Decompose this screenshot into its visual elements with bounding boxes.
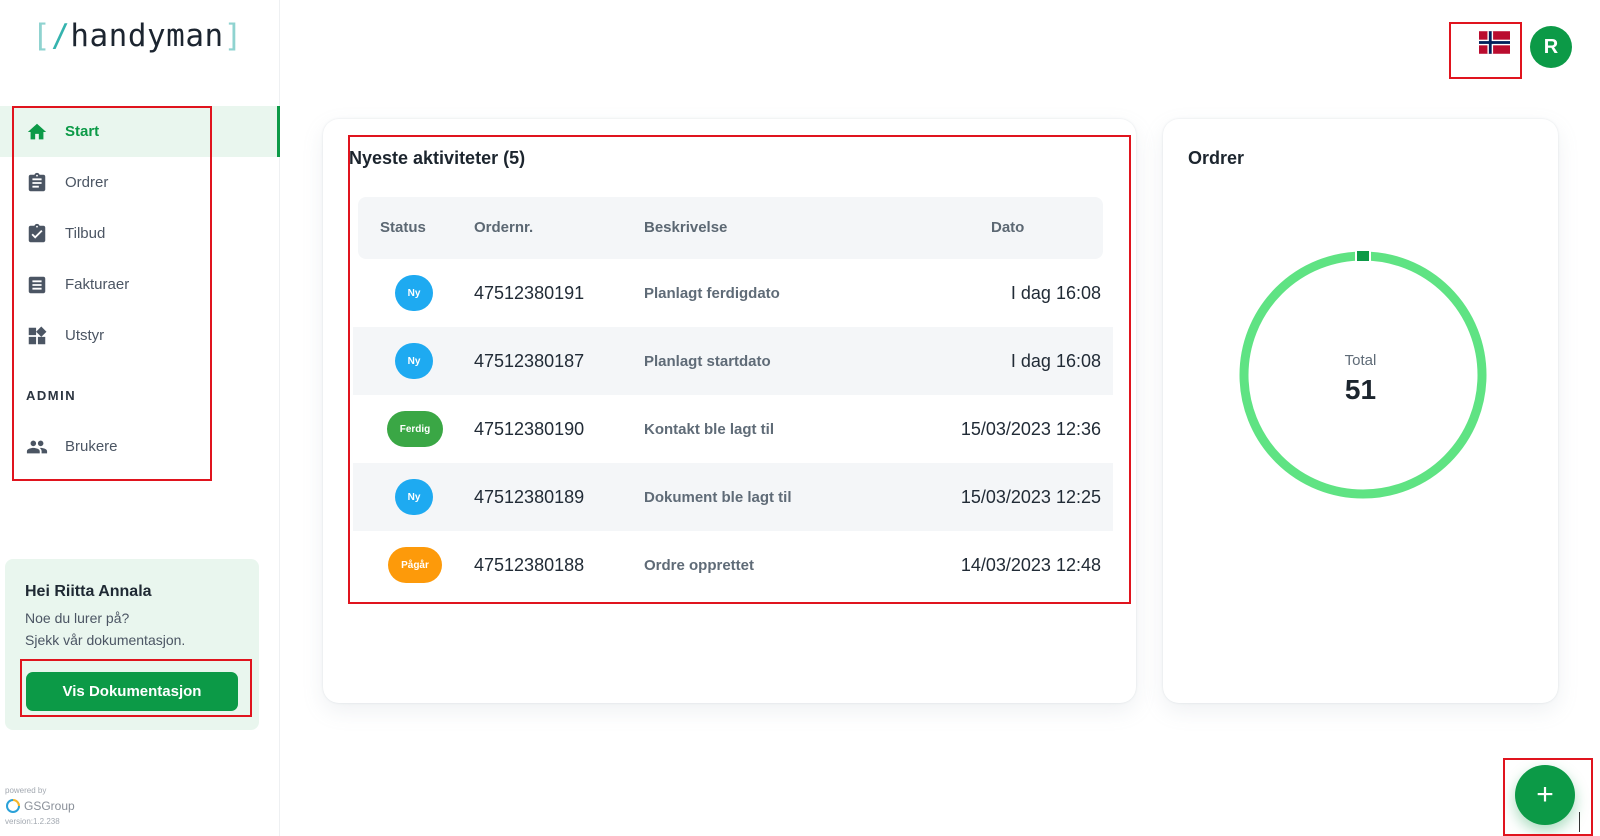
table-header: Status Ordernr. Beskrivelse Dato	[358, 197, 1103, 259]
help-line-1: Noe du lurer på?	[25, 610, 130, 626]
total-label: Total	[1344, 352, 1377, 369]
nav-item-tilbud[interactable]: Tilbud	[0, 208, 280, 259]
logo-bracket: [	[32, 18, 52, 54]
donut-segment	[1357, 251, 1369, 261]
activity-description: Planlagt ferdigdato	[644, 284, 780, 302]
nav-item-label: Fakturaer	[65, 276, 130, 293]
activity-description: Kontakt ble lagt til	[644, 420, 775, 438]
nav-item-start[interactable]: Start	[0, 106, 280, 157]
nav-item-label: Tilbud	[65, 225, 106, 242]
table-row[interactable]: Ny 47512380191 Planlagt ferdigdato I dag…	[353, 259, 1113, 327]
nav-item-ordrer[interactable]: Ordrer	[0, 157, 280, 208]
help-line-2: Sjekk vår dokumentasjon.	[25, 632, 186, 648]
status-badge: Pågår	[388, 547, 442, 583]
column-header-beskrivelse: Beskrivelse	[644, 219, 728, 236]
text-cursor	[1579, 812, 1580, 832]
nav-item-utstyr[interactable]: Utstyr	[0, 310, 280, 361]
activities-title: Nyeste aktiviteter (5)	[349, 148, 526, 168]
activity-description: Dokument ble lagt til	[644, 488, 792, 506]
gsgroup-logo: GSGroup	[5, 798, 75, 814]
nav-item-label: Brukere	[65, 438, 118, 455]
activity-date: 15/03/2023 12:25	[960, 486, 1101, 507]
sidebar: [/handyman] Start Ordrer Tilbud Fakturae…	[0, 0, 280, 836]
activities-card: Nyeste aktiviteter (5) Status Ordernr. B…	[323, 119, 1136, 703]
nav-item-label: Utstyr	[65, 327, 105, 344]
column-header-status: Status	[380, 219, 426, 236]
orders-title: Ordrer	[1188, 148, 1245, 168]
help-text: Noe du lurer på? Sjekk vår dokumentasjon…	[25, 607, 239, 651]
add-button[interactable]: +	[1515, 765, 1575, 825]
nav-section-admin: ADMIN	[26, 387, 77, 403]
main-nav: Start Ordrer Tilbud Fakturaer Utstyr ADM…	[0, 106, 280, 472]
norwegian-flag-icon[interactable]	[1479, 31, 1510, 54]
nav-item-label: Ordrer	[65, 174, 109, 191]
clipboard-icon	[26, 172, 48, 194]
table-row[interactable]: Ferdig 47512380190 Kontakt ble lagt til …	[353, 395, 1113, 463]
logo-bracket: ]	[223, 18, 243, 54]
table-row[interactable]: Ny 47512380187 Planlagt startdato I dag …	[353, 327, 1113, 395]
nav-item-brukere[interactable]: Brukere	[0, 421, 280, 472]
nav-item-fakturaer[interactable]: Fakturaer	[0, 259, 280, 310]
activity-date: 14/03/2023 12:48	[960, 554, 1101, 575]
activity-date: I dag 16:08	[1010, 282, 1101, 303]
status-badge: Ferdig	[387, 411, 443, 447]
orders-card: Ordrer Total 51	[1163, 119, 1558, 703]
order-number: 47512380189	[474, 486, 585, 507]
table-row[interactable]: Ny 47512380189 Dokument ble lagt til 15/…	[353, 463, 1113, 531]
home-icon	[26, 121, 48, 143]
donut-gap	[1355, 251, 1357, 261]
table-row[interactable]: Pågår 47512380188 Ordre opprettet 14/03/…	[353, 531, 1113, 599]
order-number: 47512380190	[474, 418, 585, 439]
version-text: version:1.2.238	[5, 817, 60, 826]
clipboard-check-icon	[26, 223, 48, 245]
nav-item-label: Start	[65, 123, 100, 140]
activity-date: I dag 16:08	[1010, 350, 1101, 371]
handyman-logo[interactable]: [/handyman]	[32, 18, 243, 54]
gsgroup-logo-icon	[6, 799, 20, 813]
column-header-ordernr: Ordernr.	[474, 219, 534, 236]
gsgroup-brand: GSGroup	[24, 799, 75, 813]
column-header-dato: Dato	[991, 219, 1025, 236]
total-value: 51	[1344, 374, 1377, 405]
users-icon	[26, 436, 48, 458]
activity-date: 15/03/2023 12:36	[960, 418, 1101, 439]
activity-description: Planlagt startdato	[644, 352, 771, 370]
documentation-card: Hei Riitta Annala Noe du lurer på? Sjekk…	[5, 559, 259, 730]
order-number: 47512380188	[474, 554, 585, 575]
logo-text: handyman	[70, 18, 224, 54]
avatar[interactable]: R	[1530, 26, 1572, 68]
powered-by-text: powered by	[5, 786, 47, 795]
status-badge: Ny	[395, 275, 433, 311]
order-number: 47512380191	[474, 282, 585, 303]
activity-description: Ordre opprettet	[644, 556, 755, 574]
logo-slash: /	[51, 18, 71, 54]
greeting: Hei Riitta Annala	[25, 583, 152, 600]
invoice-icon	[26, 274, 48, 296]
donut-gap	[1369, 251, 1371, 261]
status-badge: Ny	[395, 479, 433, 515]
show-documentation-button[interactable]: Vis Dokumentasjon	[26, 672, 238, 711]
status-badge: Ny	[395, 343, 433, 379]
widgets-icon	[26, 325, 48, 347]
order-number: 47512380187	[474, 350, 585, 371]
